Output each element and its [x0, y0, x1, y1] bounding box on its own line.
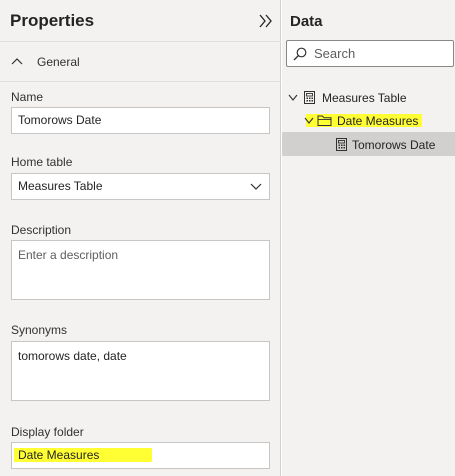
search-input[interactable]: Search [286, 40, 454, 67]
home-table-select[interactable]: Measures Table [11, 173, 270, 200]
general-section-toggle[interactable]: General [0, 42, 281, 82]
calculator-icon [336, 138, 347, 151]
description-textarea[interactable]: Enter a description [11, 240, 270, 300]
description-placeholder: Enter a description [18, 248, 119, 262]
properties-header: Properties [0, 0, 281, 42]
collapse-pane-button[interactable] [255, 10, 277, 32]
data-title: Data [290, 13, 323, 30]
chevron-down-icon [304, 117, 314, 124]
general-section-label: General [37, 55, 80, 69]
name-input[interactable]: Tomorows Date [11, 107, 270, 134]
display-folder-value: Date Measures [18, 448, 100, 462]
synonyms-textarea[interactable]: tomorows date, date [11, 341, 270, 401]
description-label: Description [11, 223, 72, 237]
search-placeholder: Search [314, 46, 356, 61]
chevron-up-icon [11, 58, 23, 65]
home-table-value: Measures Table [18, 179, 103, 193]
tree-label-measures-table: Measures Table [322, 91, 407, 105]
table-calculator-icon [304, 91, 315, 104]
data-pane: Data Search Measures Table Date Measures… [282, 0, 455, 476]
tree-item-measures-table[interactable]: Measures Table [282, 86, 455, 110]
folder-icon [317, 115, 332, 126]
chevron-down-icon [288, 94, 298, 101]
double-chevron-right-icon [259, 14, 272, 28]
display-folder-label: Display folder [11, 425, 84, 439]
home-table-label: Home table [11, 155, 73, 169]
tree-item-tomorows-date[interactable]: Tomorows Date [282, 132, 455, 156]
properties-pane: Properties General Name Tomorows Date Ho… [0, 0, 281, 476]
properties-title: Properties [10, 11, 95, 30]
search-icon [293, 47, 307, 61]
tree-item-date-measures[interactable]: Date Measures [282, 109, 455, 133]
tree-label-tomorows-date: Tomorows Date [352, 138, 436, 152]
chevron-down-icon [250, 183, 262, 190]
synonyms-label: Synonyms [11, 323, 68, 337]
name-label: Name [11, 90, 44, 104]
display-folder-input[interactable]: Date Measures [11, 442, 270, 469]
tree-label-date-measures: Date Measures [337, 114, 419, 128]
